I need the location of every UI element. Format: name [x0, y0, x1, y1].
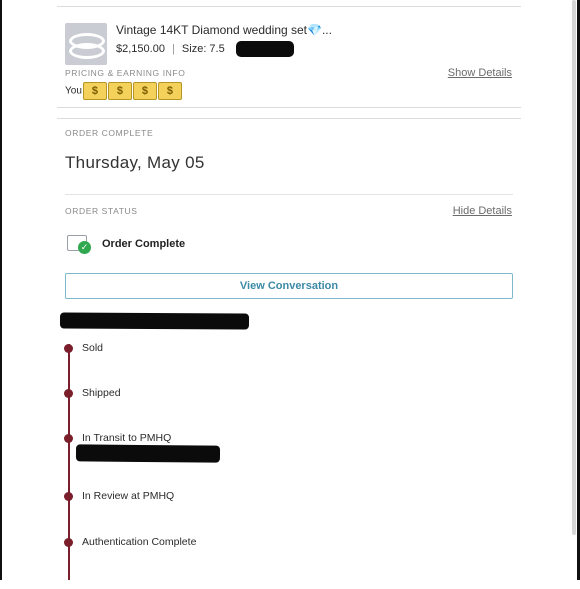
- redaction-bar: [75, 444, 221, 463]
- order-card: ORDER COMPLETE Thursday, May 05 ORDER ST…: [57, 118, 521, 589]
- timeline-step-label: In Transit to PMHQ: [82, 432, 172, 444]
- timeline-dot: [64, 492, 73, 501]
- timeline-step-label: Sold: [82, 342, 104, 354]
- order-status-row: ✓ Order Complete: [67, 233, 367, 257]
- item-title[interactable]: Vintage 14KT Diamond wedding set💎...: [116, 23, 332, 37]
- timeline-step-label: Authentication Complete: [82, 536, 197, 548]
- timeline-dot: [64, 538, 73, 547]
- timeline-step-label: Shipped: [82, 387, 121, 399]
- item-size: Size: 7.5: [181, 42, 225, 55]
- view-conversation-button[interactable]: View Conversation: [65, 273, 513, 299]
- divider: [65, 194, 513, 195]
- item-price: $2,150.00: [116, 42, 165, 55]
- hide-details-link[interactable]: Hide Details: [453, 205, 512, 217]
- order-status-label: ORDER STATUS: [65, 206, 138, 216]
- item-card: Vintage 14KT Diamond wedding set💎... $2,…: [57, 6, 521, 108]
- timeline-dot: [64, 389, 73, 398]
- timeline-step-label: In Review at PMHQ: [82, 490, 175, 502]
- money-icon: $: [129, 82, 157, 100]
- ring-shape: [69, 43, 105, 59]
- money-icon: $: [79, 82, 107, 100]
- check-circle-icon: ✓: [78, 241, 91, 254]
- earning-prefix: You: [65, 85, 82, 97]
- redaction-bar: [235, 41, 294, 57]
- order-date: Thursday, May 05: [65, 153, 205, 172]
- money-icon: $: [104, 82, 132, 100]
- timeline-dot: [64, 344, 73, 353]
- window-edge-left: [0, 0, 2, 580]
- money-icon: $: [154, 82, 182, 100]
- item-thumbnail[interactable]: [65, 23, 107, 65]
- pricing-section-label: PRICING & EARNING INFO: [65, 68, 186, 78]
- order-complete-label: ORDER COMPLETE: [65, 128, 154, 138]
- show-details-link[interactable]: Show Details: [448, 67, 512, 79]
- item-meta: $2,150.00 | Size: 7.5: [116, 41, 294, 57]
- order-status-text: Order Complete: [102, 238, 186, 250]
- timeline-dot: [64, 434, 73, 443]
- meta-separator: |: [172, 42, 175, 55]
- scrollbar[interactable]: [572, 0, 576, 535]
- redaction-bar: [59, 312, 250, 330]
- earning-info: You $ $ $ $: [65, 82, 182, 100]
